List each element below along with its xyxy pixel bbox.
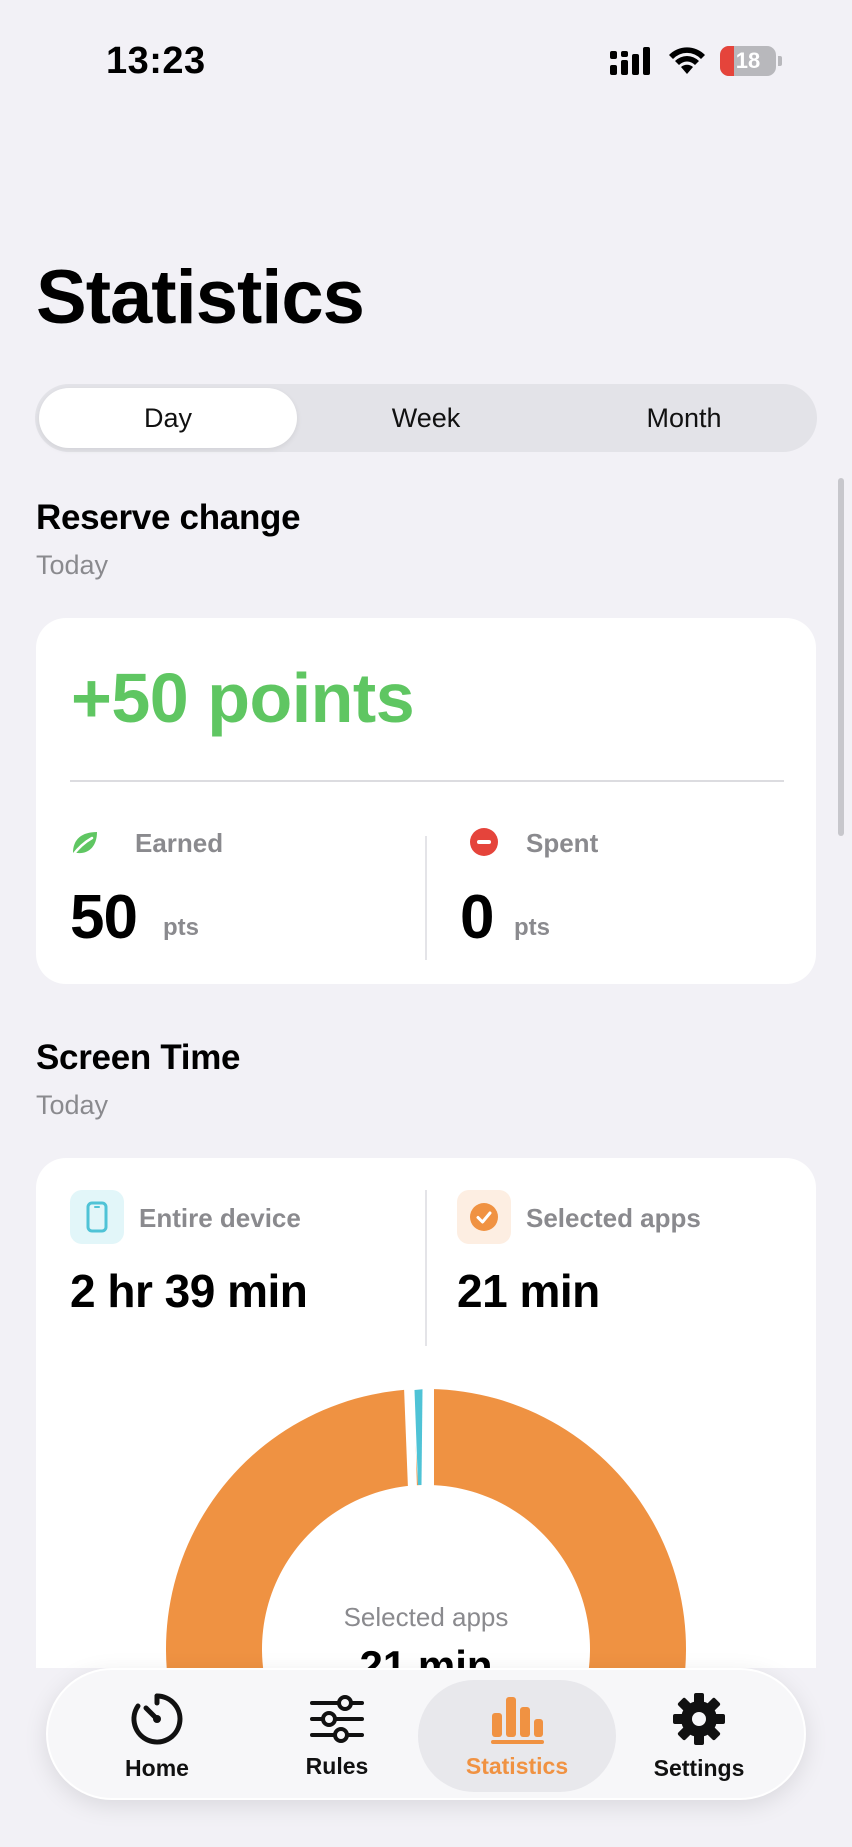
divider: [425, 836, 427, 960]
earned-unit: pts: [163, 914, 199, 941]
leaf-icon: [70, 828, 100, 858]
spent-unit: pts: [514, 914, 550, 941]
screen-time-title: Screen Time: [36, 1038, 241, 1077]
page-title: Statistics: [36, 255, 365, 340]
tab-statistics[interactable]: Statistics: [418, 1680, 616, 1792]
gauge-icon: [131, 1693, 183, 1744]
screen-time-subtitle: Today: [36, 1090, 109, 1120]
tab-home-label: Home: [125, 1754, 189, 1781]
tab-home[interactable]: Home: [66, 1680, 248, 1792]
spent-label: Spent: [526, 828, 599, 858]
tab-bar: Home Rules Statistics Settings: [46, 1668, 806, 1800]
divider: [70, 780, 784, 782]
earned-label: Earned: [135, 828, 224, 858]
earned-value: 50: [70, 883, 138, 952]
scrollbar[interactable]: [838, 478, 844, 836]
tab-rules[interactable]: Rules: [246, 1680, 428, 1792]
screen-time-donut-chart: [166, 1387, 686, 1718]
sliders-icon: [310, 1694, 364, 1743]
donut-center-label: Selected apps: [343, 1602, 509, 1632]
spent-value: 0: [460, 883, 494, 952]
reserve-title: Reserve change: [36, 498, 301, 537]
segment-month[interactable]: Month: [555, 388, 813, 448]
gear-icon: [673, 1692, 725, 1745]
battery-level: 18: [735, 48, 761, 73]
tab-settings-label: Settings: [653, 1754, 745, 1781]
tab-rules-label: Rules: [305, 1752, 369, 1779]
period-segmented-control: Day Week Month: [35, 384, 817, 452]
screen-time-card: Entire device 2 hr 39 min Selected apps …: [36, 1158, 816, 1718]
wifi-icon: [669, 47, 705, 74]
reserve-subtitle: Today: [36, 550, 109, 580]
minus-circle-icon: [470, 828, 498, 856]
status-icons: 18: [610, 46, 782, 76]
bar-chart-icon: [491, 1696, 544, 1744]
segment-week[interactable]: Week: [297, 388, 555, 448]
tab-statistics-label: Statistics: [465, 1752, 569, 1779]
reserve-card: +50 points Earned 50 pts Spent 0 pts: [36, 618, 816, 984]
reserve-total: +50 points: [71, 659, 415, 737]
status-time: 13:23: [106, 40, 206, 82]
segment-day[interactable]: Day: [39, 388, 297, 448]
cellular-signal-icon: [610, 47, 650, 75]
battery-icon: 18: [720, 46, 776, 76]
tab-settings[interactable]: Settings: [608, 1680, 790, 1792]
